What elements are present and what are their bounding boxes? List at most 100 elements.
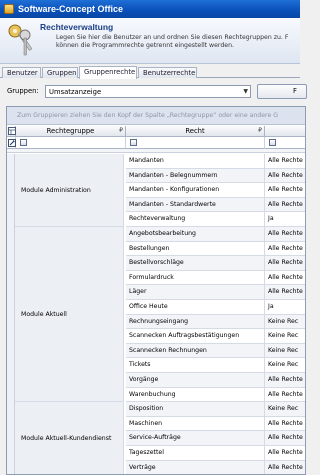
row-selector[interactable]	[7, 446, 15, 461]
cell-wert[interactable]: Alle Rechte	[265, 168, 305, 184]
filter-operator-icon[interactable]	[20, 139, 27, 146]
cell-wert[interactable]: Alle Rechte	[265, 446, 305, 461]
row-selector[interactable]	[7, 227, 15, 242]
row-selector[interactable]	[7, 358, 15, 373]
tab-gruppenrechte[interactable]: Gruppenrechte	[79, 66, 137, 79]
cell-recht[interactable]: Service-Aufträge	[126, 431, 265, 446]
group-select[interactable]: Umsatzanzeige ▼	[45, 85, 251, 98]
group-by-panel: Zum Gruppieren ziehen Sie den Kopf der S…	[7, 107, 305, 125]
group-label: Gruppen:	[7, 87, 39, 95]
cell-wert[interactable]: Alle Rechte	[265, 416, 305, 432]
header-separator	[7, 149, 305, 153]
grid-settings-icon[interactable]	[8, 127, 16, 135]
cell-wert[interactable]: Alle Rechte	[265, 154, 305, 169]
window-title: Software-Concept Office	[18, 4, 124, 14]
column-header-rechtegruppe[interactable]: Rechtegruppe ₽	[16, 126, 126, 137]
cell-recht[interactable]: Mandanten	[126, 154, 265, 169]
tab-benutzerrechte[interactable]: Benutzerrechte	[138, 67, 197, 78]
cell-wert[interactable]: Keine Rec	[265, 358, 305, 373]
grid-corner[interactable]	[7, 126, 16, 137]
row-selector[interactable]	[7, 270, 15, 286]
cell-recht[interactable]: Mandanten - Belegnummern	[126, 168, 265, 184]
chevron-down-icon[interactable]: ▼	[243, 88, 248, 95]
row-selector[interactable]	[7, 154, 15, 169]
filter-cell-wert[interactable]	[265, 137, 305, 149]
filter-row-selector[interactable]	[7, 137, 16, 149]
cell-wert[interactable]: Alle Rechte	[265, 197, 305, 213]
row-selector[interactable]	[7, 241, 15, 257]
row-selector[interactable]	[7, 285, 15, 300]
column-header-recht[interactable]: Recht ₽	[126, 126, 265, 137]
cell-recht[interactable]: Warenbuchung	[126, 387, 265, 403]
cell-recht[interactable]: Disposition	[126, 402, 265, 417]
row-selector[interactable]	[7, 387, 15, 403]
cell-wert[interactable]: Ja	[265, 300, 305, 315]
cell-wert[interactable]: Alle Rechte	[265, 373, 305, 388]
cell-recht[interactable]: Mandanten - Standardwerte	[126, 197, 265, 213]
page-title: Rechteverwaltung	[40, 22, 114, 32]
cell-recht[interactable]: Rechteverwaltung	[126, 212, 265, 227]
cell-wert[interactable]: Alle Rechte	[265, 285, 305, 300]
pin-icon[interactable]: ₽	[119, 126, 123, 136]
cell-recht[interactable]: Angebotsbearbeitung	[126, 227, 265, 242]
row-selector[interactable]	[7, 256, 15, 271]
cell-recht[interactable]: Läger	[126, 285, 265, 300]
cell-recht[interactable]: Office Heute	[126, 300, 265, 315]
tab-gruppen[interactable]: Gruppen	[42, 67, 78, 78]
row-selector[interactable]	[7, 402, 15, 417]
title-bar: Software-Concept Office	[0, 0, 300, 18]
row-selector[interactable]	[7, 197, 15, 213]
filter-cell-rechtegruppe[interactable]	[16, 137, 126, 149]
cell-rechtegruppe[interactable]: Module Aktuell-Kundendienst	[15, 402, 124, 474]
tab-benutzer[interactable]: Benutzer	[2, 67, 41, 78]
cell-wert[interactable]: Alle Rechte	[265, 227, 305, 242]
cell-recht[interactable]: Scannecken Auftragsbestätigungen	[126, 329, 265, 344]
edit-filter-icon[interactable]	[8, 139, 16, 147]
cell-wert[interactable]: Alle Rechte	[265, 183, 305, 198]
filter-cell-recht[interactable]	[126, 137, 265, 149]
row-selector[interactable]	[7, 314, 15, 330]
keys-icon	[8, 24, 33, 56]
cell-recht[interactable]: Bestellvorschläge	[126, 256, 265, 271]
cell-wert[interactable]: Ja	[265, 212, 305, 227]
row-selector[interactable]	[7, 460, 15, 474]
cell-recht[interactable]: Rechnungseingang	[126, 314, 265, 330]
cell-wert[interactable]: Alle Rechte	[265, 387, 305, 403]
cell-recht[interactable]: Scannecken Rechnungen	[126, 343, 265, 359]
cell-wert[interactable]: Alle Rechte	[265, 270, 305, 286]
page-header: Rechteverwaltung Legen Sie hier die Benu…	[0, 18, 300, 64]
row-selector[interactable]	[7, 212, 15, 227]
filter-operator-icon[interactable]	[269, 139, 276, 146]
pin-icon[interactable]: ₽	[258, 126, 262, 136]
column-header-wert[interactable]	[265, 126, 305, 137]
cell-wert[interactable]: Keine Rec	[265, 314, 305, 330]
group-action-button[interactable]: F	[257, 84, 307, 99]
cell-recht[interactable]: Tageszettel	[126, 446, 265, 461]
row-selector[interactable]	[7, 416, 15, 432]
cell-wert[interactable]: Keine Rec	[265, 329, 305, 344]
cell-recht[interactable]: Bestellungen	[126, 241, 265, 257]
cell-wert[interactable]: Keine Rec	[265, 402, 305, 417]
row-selector[interactable]	[7, 329, 15, 344]
cell-recht[interactable]: Vorgänge	[126, 373, 265, 388]
cell-wert[interactable]: Keine Rec	[265, 343, 305, 359]
filter-operator-icon[interactable]	[130, 139, 137, 146]
row-selector[interactable]	[7, 431, 15, 446]
row-selector[interactable]	[7, 183, 15, 198]
cell-rechtegruppe[interactable]: Module Administration	[15, 154, 124, 227]
cell-recht[interactable]: Formulardruck	[126, 270, 265, 286]
cell-recht[interactable]: Verträge	[126, 460, 265, 474]
row-selector[interactable]	[7, 373, 15, 388]
row-selector[interactable]	[7, 300, 15, 315]
cell-rechtegruppe[interactable]: Module Aktuell	[15, 227, 124, 403]
cell-wert[interactable]: Alle Rechte	[265, 256, 305, 271]
row-selector[interactable]	[7, 168, 15, 184]
cell-wert[interactable]: Alle Rechte	[265, 460, 305, 474]
row-selector[interactable]	[7, 343, 15, 359]
rights-grid: Zum Gruppieren ziehen Sie den Kopf der S…	[6, 106, 306, 475]
cell-wert[interactable]: Alle Rechte	[265, 241, 305, 257]
cell-recht[interactable]: Maschinen	[126, 416, 265, 432]
cell-recht[interactable]: Tickets	[126, 358, 265, 373]
cell-wert[interactable]: Alle Rechte	[265, 431, 305, 446]
cell-recht[interactable]: Mandanten - Konfigurationen	[126, 183, 265, 198]
